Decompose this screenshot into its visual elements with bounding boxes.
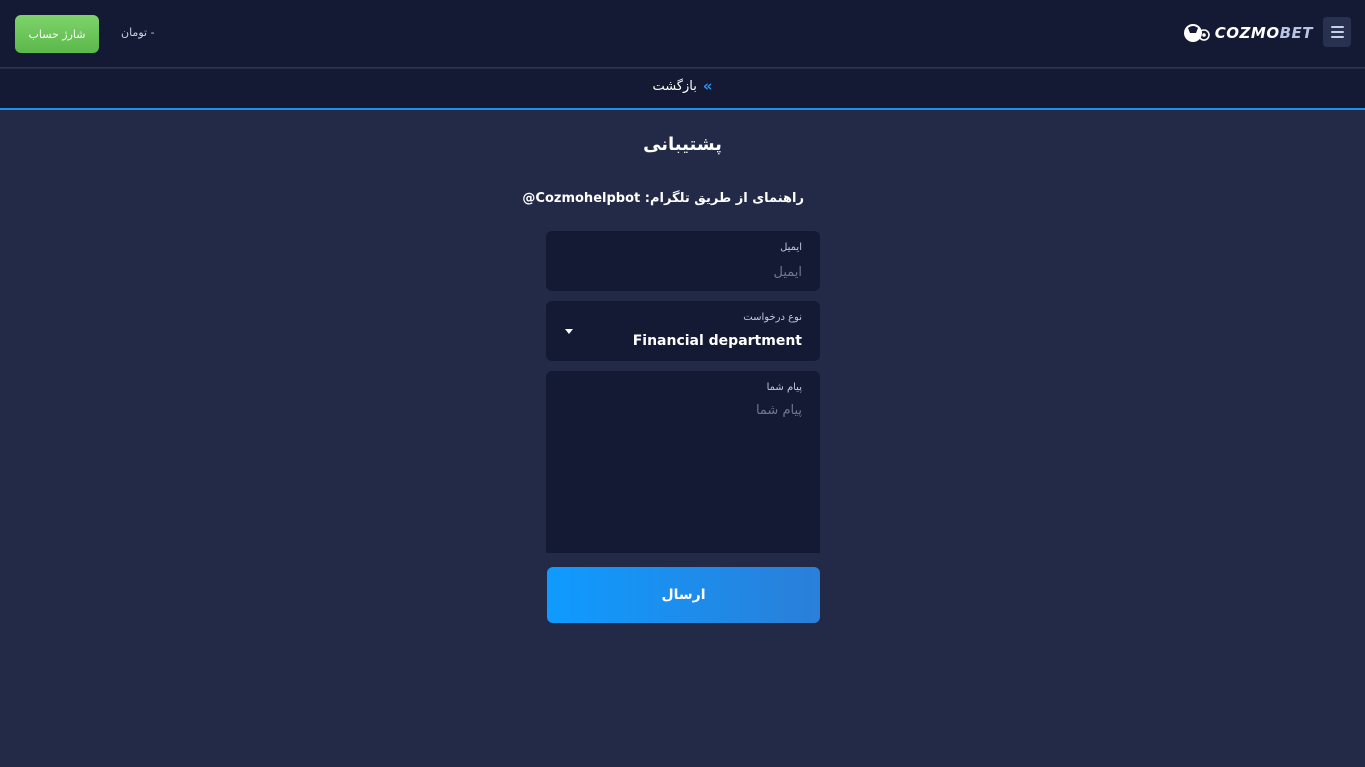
back-bar: » بازگشت <box>0 69 1365 110</box>
telegram-handle-link[interactable]: @Cozmohelpbot <box>522 191 640 206</box>
charge-account-button[interactable]: شارژ حساب <box>15 15 99 53</box>
email-label: ایمیل <box>780 242 802 253</box>
submit-button[interactable]: ارسال <box>547 567 820 623</box>
email-field[interactable]: ایمیل <box>546 231 820 291</box>
double-chevron-right-icon: » <box>702 77 713 95</box>
telegram-guide: راهنمای از طریق تلگرام: @Cozmohelpbot <box>522 191 804 206</box>
page-title: پشتیبانی <box>643 134 722 155</box>
request-type-label: نوع درخواست <box>743 312 802 323</box>
back-label: بازگشت <box>652 79 697 94</box>
logo-text: COZMOBET <box>1214 24 1313 42</box>
balance-display: - تومان <box>121 26 155 39</box>
logo-ball-icon <box>1183 24 1210 42</box>
cozmobet-logo[interactable]: COZMOBET <box>1182 20 1313 46</box>
message-label: پیام شما <box>766 382 802 393</box>
top-header: شارژ حساب - تومان COZMOBET <box>0 0 1365 68</box>
message-textarea[interactable] <box>564 403 802 543</box>
hamburger-icon <box>1330 26 1344 28</box>
telegram-guide-text: راهنمای از طریق تلگرام: <box>640 191 804 206</box>
hamburger-menu-button[interactable] <box>1323 17 1351 47</box>
request-type-value: Financial department <box>632 333 802 349</box>
email-input[interactable] <box>564 262 802 282</box>
back-link[interactable]: » بازگشت <box>0 77 1365 95</box>
message-field[interactable]: پیام شما <box>546 371 820 553</box>
caret-down-icon <box>565 329 573 334</box>
request-type-select[interactable]: نوع درخواست Financial department <box>546 301 820 361</box>
